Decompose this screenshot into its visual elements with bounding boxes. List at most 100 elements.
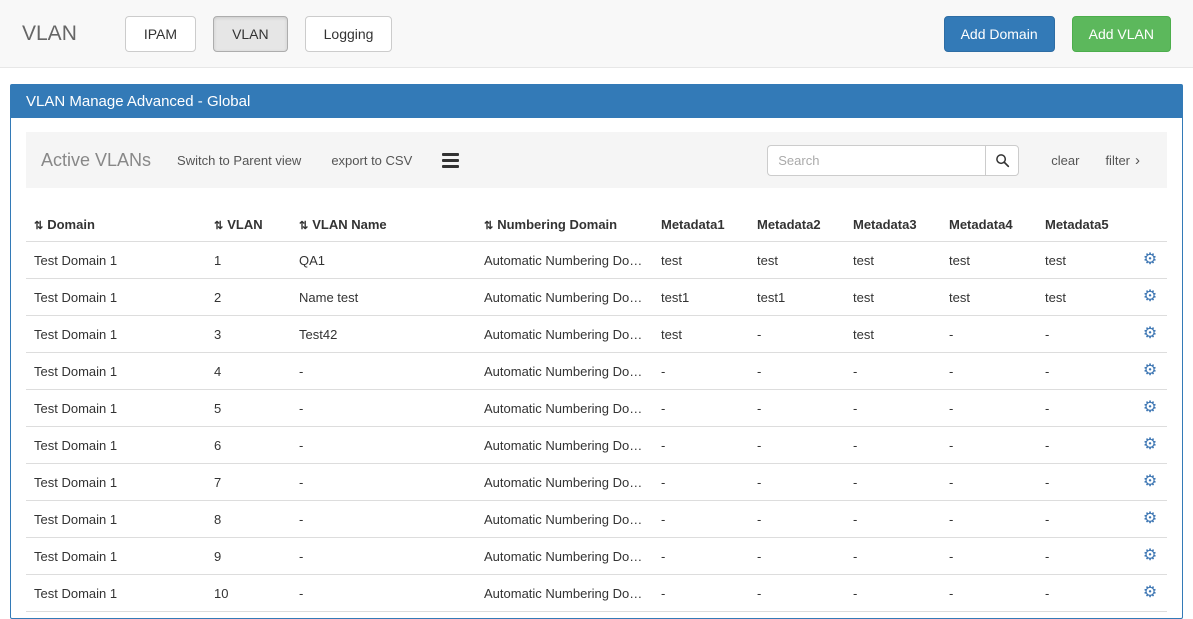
cell-actions: ⚙ [1133, 390, 1167, 427]
cell-vlan: 7 [206, 464, 291, 501]
gear-icon[interactable]: ⚙ [1143, 399, 1157, 416]
column-label: Numbering Domain [497, 217, 617, 232]
cell-metadata3: - [845, 501, 941, 538]
cell-metadata1: - [653, 575, 749, 612]
table-header-row: ⇅Domain⇅VLAN⇅VLAN Name ⇅ Numbering Domain M… [26, 208, 1167, 242]
gear-icon[interactable]: ⚙ [1143, 325, 1157, 342]
cell-domain: Test Domain 1 [26, 279, 206, 316]
cell-metadata1: test [653, 316, 749, 353]
cell-vlan_name: - [291, 427, 476, 464]
table-row: Test Domain 17-Automatic Numbering Doma…… [26, 464, 1167, 501]
column-header-actions [1133, 208, 1167, 242]
cell-domain: Test Domain 1 [26, 390, 206, 427]
cell-vlan_name: - [291, 464, 476, 501]
magnifier-icon [995, 153, 1010, 168]
gear-icon[interactable]: ⚙ [1143, 584, 1157, 601]
gear-icon[interactable]: ⚙ [1143, 510, 1157, 527]
vlan-manage-panel: VLAN Manage Advanced - Global Active VLA… [10, 84, 1183, 619]
tab-logging[interactable]: Logging [305, 16, 393, 52]
cell-numbering_domain: Automatic Numbering Doma… [476, 242, 653, 279]
cell-vlan_name: - [291, 575, 476, 612]
cell-metadata3: - [845, 538, 941, 575]
cell-numbering_domain: Automatic Numbering Doma… [476, 538, 653, 575]
column-header-vlan[interactable]: ⇅VLAN [206, 208, 291, 242]
cell-actions: ⚙ [1133, 427, 1167, 464]
column-header-metadata1: Metadata1 [653, 208, 749, 242]
column-header-metadata2: Metadata2 [749, 208, 845, 242]
gear-icon[interactable]: ⚙ [1143, 473, 1157, 490]
cell-numbering_domain: Automatic Numbering Doma… [476, 464, 653, 501]
nav-button-group: IPAM VLAN Logging [125, 16, 393, 52]
add-domain-button[interactable]: Add Domain [944, 16, 1055, 52]
table-row: Test Domain 15-Automatic Numbering Doma…… [26, 390, 1167, 427]
cell-numbering_domain: Automatic Numbering Doma… [476, 316, 653, 353]
gear-icon[interactable]: ⚙ [1143, 288, 1157, 305]
table-row: Test Domain 13Test42Automatic Numbering … [26, 316, 1167, 353]
cell-vlan: 6 [206, 427, 291, 464]
gear-icon[interactable]: ⚙ [1143, 362, 1157, 379]
export-csv-link[interactable]: export to CSV [331, 153, 412, 168]
gear-icon[interactable]: ⚙ [1143, 436, 1157, 453]
cell-metadata4: test [941, 279, 1037, 316]
column-header-vlan_name[interactable]: ⇅VLAN Name [291, 208, 476, 242]
cell-metadata5: - [1037, 390, 1133, 427]
column-label: Metadata1 [661, 217, 725, 232]
cell-numbering_domain: Automatic Numbering Doma… [476, 353, 653, 390]
sort-arrows-icon: ⇅ [484, 220, 493, 232]
cell-actions: ⚙ [1133, 575, 1167, 612]
cell-domain: Test Domain 1 [26, 464, 206, 501]
tab-vlan[interactable]: VLAN [213, 16, 288, 52]
column-header-metadata5: Metadata5 [1037, 208, 1133, 242]
add-vlan-button[interactable]: Add VLAN [1072, 16, 1171, 52]
sort-arrows-icon: ⇅ [214, 220, 223, 232]
cell-metadata4: test [941, 242, 1037, 279]
cell-actions: ⚙ [1133, 464, 1167, 501]
cell-numbering_domain: Automatic Numbering Doma… [476, 501, 653, 538]
search-input[interactable] [767, 145, 985, 176]
switch-parent-view-link[interactable]: Switch to Parent view [177, 153, 301, 168]
column-header-numbering_domain[interactable]: ⇅ Numbering Domain [476, 208, 653, 242]
gear-icon[interactable]: ⚙ [1143, 547, 1157, 564]
cell-metadata4: - [941, 538, 1037, 575]
cell-metadata3: - [845, 353, 941, 390]
cell-metadata5: - [1037, 501, 1133, 538]
filter-link[interactable]: filter › [1105, 153, 1140, 168]
cell-metadata5: test [1037, 279, 1133, 316]
cell-metadata3: - [845, 575, 941, 612]
cell-vlan_name: - [291, 501, 476, 538]
table-row: Test Domain 11QA1Automatic Numbering Dom… [26, 242, 1167, 279]
cell-metadata2: - [749, 501, 845, 538]
cell-metadata4: - [941, 316, 1037, 353]
cell-domain: Test Domain 1 [26, 538, 206, 575]
cell-domain: Test Domain 1 [26, 353, 206, 390]
cell-metadata1: test1 [653, 279, 749, 316]
column-header-domain[interactable]: ⇅Domain [26, 208, 206, 242]
cell-metadata5: - [1037, 427, 1133, 464]
cell-metadata4: - [941, 353, 1037, 390]
cell-vlan: 5 [206, 390, 291, 427]
cell-metadata5: - [1037, 538, 1133, 575]
vlan-table: ⇅Domain⇅VLAN⇅VLAN Name ⇅ Numbering Domain M… [26, 208, 1167, 612]
cell-actions: ⚙ [1133, 316, 1167, 353]
menu-icon[interactable] [442, 153, 459, 168]
column-label: Metadata3 [853, 217, 917, 232]
panel-body: Active VLANs Switch to Parent view expor… [11, 118, 1182, 618]
cell-metadata4: - [941, 501, 1037, 538]
gear-icon[interactable]: ⚙ [1143, 251, 1157, 268]
cell-metadata2: - [749, 464, 845, 501]
tab-ipam[interactable]: IPAM [125, 16, 196, 52]
table-row: Test Domain 14-Automatic Numbering Doma…… [26, 353, 1167, 390]
cell-metadata1: - [653, 353, 749, 390]
cell-metadata5: - [1037, 316, 1133, 353]
cell-vlan_name: Test42 [291, 316, 476, 353]
cell-domain: Test Domain 1 [26, 501, 206, 538]
cell-metadata3: test [845, 242, 941, 279]
cell-metadata2: - [749, 575, 845, 612]
clear-link[interactable]: clear [1051, 153, 1079, 168]
search-button[interactable] [985, 145, 1019, 176]
cell-actions: ⚙ [1133, 279, 1167, 316]
cell-metadata2: - [749, 427, 845, 464]
cell-domain: Test Domain 1 [26, 316, 206, 353]
cell-vlan: 4 [206, 353, 291, 390]
column-label: Metadata2 [757, 217, 821, 232]
